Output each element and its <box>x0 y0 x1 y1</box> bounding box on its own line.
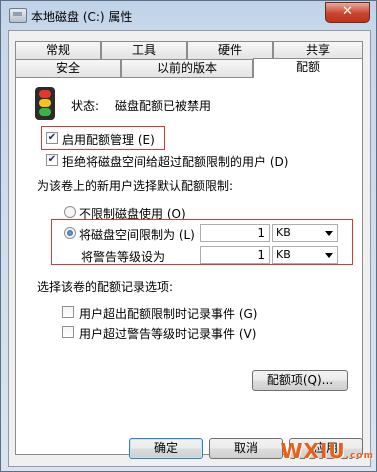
dialog-body: 常规 工具 硬件 共享 安全 以前的版本 配额 状态: 磁盘配额已被禁用 ✔ 启… <box>8 30 371 467</box>
limit-value-input[interactable]: 1 <box>200 224 270 242</box>
title-bar[interactable]: 本地磁盘 (C:) 属性 ✕ <box>1 1 376 31</box>
tab-quota[interactable]: 配额 <box>253 58 363 78</box>
limit-label[interactable]: 将磁盘空间限制为 (L) <box>79 226 195 243</box>
properties-window: 本地磁盘 (C:) 属性 ✕ 常规 工具 硬件 共享 安全 以前的版本 配额 状… <box>0 0 377 472</box>
log-over-limit-checkbox[interactable] <box>62 306 74 318</box>
default-limit-heading: 为该卷上的新用户选择默认配额限制: <box>37 179 234 193</box>
chevron-down-icon <box>325 253 333 258</box>
tab-hardware[interactable]: 硬件 <box>187 41 273 59</box>
limit-unit-value: KB <box>276 226 291 239</box>
logging-heading: 选择该卷的配额记录选项: <box>37 280 174 294</box>
tab-sharing[interactable]: 共享 <box>273 41 363 59</box>
tab-general[interactable]: 常规 <box>15 41 101 59</box>
log-over-warning-label[interactable]: 用户超过警告等级时记录事件 (V) <box>79 325 256 342</box>
enable-quota-checkbox[interactable]: ✔ <box>46 132 58 144</box>
traffic-light-icon <box>35 87 55 120</box>
quota-entries-button[interactable]: 配额项(Q)... <box>252 370 348 391</box>
warning-unit-select[interactable]: KB <box>272 246 338 264</box>
window-title: 本地磁盘 (C:) 属性 <box>31 10 133 24</box>
ok-button[interactable]: 确定 <box>129 438 203 459</box>
cancel-button[interactable]: 取消 <box>209 438 283 459</box>
chevron-down-icon <box>325 231 333 236</box>
close-button[interactable]: ✕ <box>325 2 370 23</box>
tab-security[interactable]: 安全 <box>15 59 121 77</box>
drive-icon <box>9 8 27 23</box>
tab-tools[interactable]: 工具 <box>101 41 187 59</box>
warning-label: 将警告等级设为 <box>81 250 166 264</box>
no-limit-radio[interactable] <box>64 206 76 218</box>
warning-value-input[interactable]: 1 <box>200 246 270 264</box>
site-watermark: WXIU.com <box>281 439 375 463</box>
status-value: 磁盘配额已被禁用 <box>115 99 212 113</box>
deny-space-checkbox[interactable]: ✔ <box>46 154 58 166</box>
limit-unit-select[interactable]: KB <box>272 224 338 242</box>
deny-space-label[interactable]: 拒绝将磁盘空间给超过配额限制的用户 (D) <box>62 153 288 170</box>
tab-previous-versions[interactable]: 以前的版本 <box>121 59 253 77</box>
status-label: 状态: <box>71 99 100 113</box>
log-over-limit-label[interactable]: 用户超出配额限制时记录事件 (G) <box>79 305 257 322</box>
watermark-text: WXIU <box>280 439 346 463</box>
watermark-suffix: .com <box>345 451 374 461</box>
warning-unit-value: KB <box>276 248 291 261</box>
limit-radio[interactable] <box>64 227 76 239</box>
enable-quota-label[interactable]: 启用配额管理 (E) <box>62 131 155 148</box>
log-over-warning-checkbox[interactable] <box>62 326 74 338</box>
